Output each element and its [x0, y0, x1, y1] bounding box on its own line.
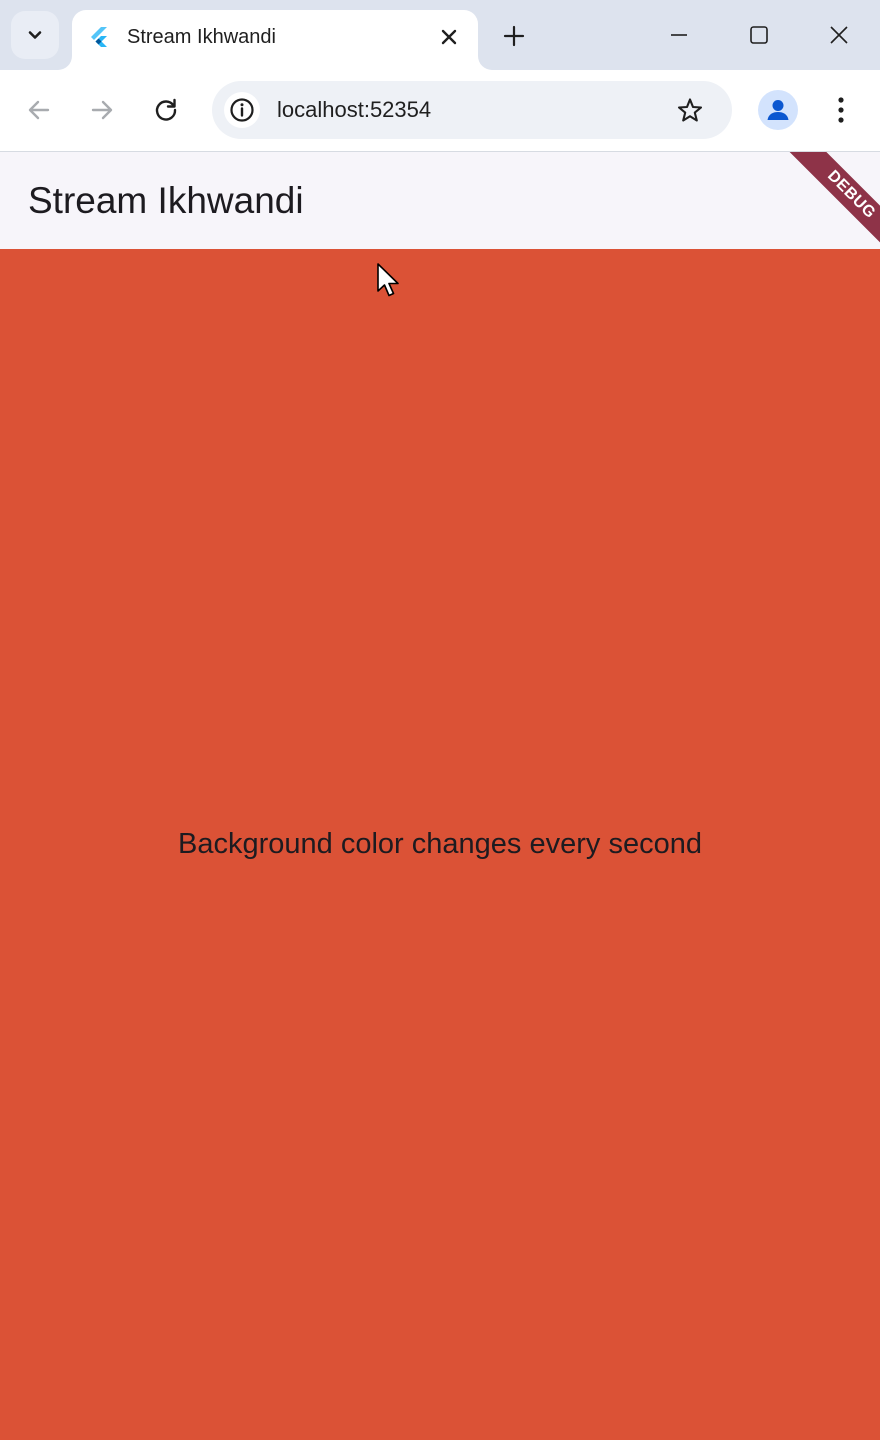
app-bar: Stream Ikhwandi — [0, 152, 880, 249]
tab-close-button[interactable] — [434, 22, 464, 52]
app-body: Background color changes every second — [0, 249, 880, 1440]
bookmark-button[interactable] — [672, 92, 708, 128]
window-minimize-button[interactable] — [656, 12, 702, 58]
browser-tab[interactable]: Stream Ikhwandi — [72, 10, 478, 70]
back-button[interactable] — [19, 90, 59, 130]
close-icon — [441, 29, 457, 45]
chevron-down-icon — [28, 31, 42, 39]
window-maximize-button[interactable] — [736, 12, 782, 58]
forward-button[interactable] — [82, 90, 122, 130]
app-title: Stream Ikhwandi — [28, 180, 304, 221]
flutter-logo-icon — [91, 27, 107, 47]
close-icon — [830, 26, 848, 44]
tab-title: Stream Ikhwandi — [127, 26, 276, 48]
info-icon — [230, 98, 254, 122]
arrow-left-icon — [28, 100, 50, 120]
star-icon — [677, 98, 703, 122]
browser-menu-button[interactable] — [823, 90, 859, 130]
site-info-button[interactable] — [224, 92, 260, 128]
person-icon — [767, 100, 789, 120]
reload-button[interactable] — [146, 90, 186, 130]
maximize-icon — [750, 26, 768, 44]
more-vertical-icon — [838, 97, 844, 123]
tab-search-button[interactable] — [11, 11, 59, 59]
arrow-right-icon — [91, 100, 113, 120]
minimize-icon — [671, 34, 687, 36]
profile-button[interactable] — [758, 90, 798, 130]
browser-tab-strip: Stream Ikhwandi — [0, 0, 880, 70]
color-change-message: Background color changes every second — [178, 828, 702, 860]
new-tab-button[interactable] — [496, 18, 532, 54]
browser-toolbar: localhost:52354 — [0, 70, 880, 152]
address-bar[interactable]: localhost:52354 — [212, 81, 732, 139]
url-text[interactable]: localhost:52354 — [277, 98, 431, 122]
plus-icon — [503, 25, 525, 47]
mouse-cursor-icon — [377, 263, 399, 297]
reload-icon — [155, 98, 177, 121]
window-close-button[interactable] — [816, 12, 862, 58]
